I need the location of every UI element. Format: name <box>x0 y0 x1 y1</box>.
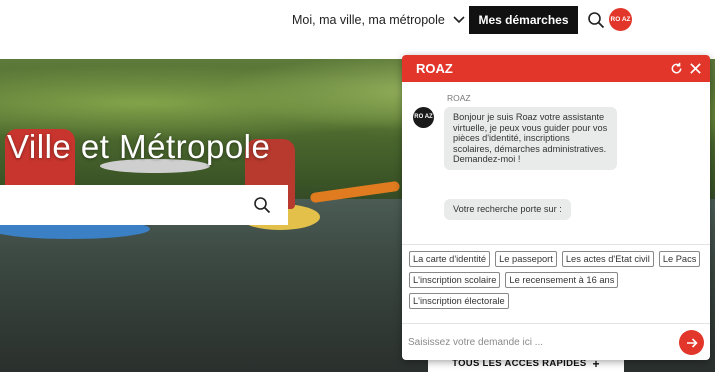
suggestion-chips: La carte d'identité Le passeport Les act… <box>409 251 705 309</box>
dropdown-label: Moi, ma ville, ma métropole <box>292 13 445 27</box>
hero-search-input[interactable] <box>0 185 240 225</box>
chatbot-widget: ROAZ ROAZ RO AZ Bonjour je suis Roaz vot… <box>402 55 710 360</box>
arrow-right-icon <box>686 337 698 348</box>
bot-message: Bonjour je suis Roaz votre assistante vi… <box>444 107 617 170</box>
bot-message: Votre recherche porte sur : <box>444 199 571 220</box>
chip-inscription-scolaire[interactable]: L'inscription scolaire <box>409 272 501 288</box>
message-sender: ROAZ <box>447 93 471 103</box>
chat-messages: ROAZ RO AZ Bonjour je suis Roaz votre as… <box>402 82 710 242</box>
chat-header: ROAZ <box>402 55 710 82</box>
close-icon[interactable] <box>689 62 702 75</box>
chat-input[interactable] <box>408 332 670 352</box>
page-title: Ville et Métropole <box>7 128 271 165</box>
bot-avatar: RO AZ <box>413 107 434 128</box>
chevron-down-icon <box>453 16 465 24</box>
chat-composer <box>402 324 710 360</box>
chip-carte-identite[interactable]: La carte d'identité <box>409 251 491 267</box>
site-header: Moi, ma ville, ma métropole Mes démarche… <box>0 0 715 59</box>
chip-passeport[interactable]: Le passeport <box>495 251 557 267</box>
send-button[interactable] <box>679 330 704 355</box>
search-icon[interactable] <box>587 11 605 29</box>
search-icon[interactable] <box>253 196 271 214</box>
divider <box>402 244 710 245</box>
chip-actes-etat-civil[interactable]: Les actes d'Etat civil <box>561 251 654 267</box>
chip-recensement[interactable]: Le recensement à 16 ans <box>505 272 619 288</box>
chat-controls <box>670 62 702 75</box>
chat-title: ROAZ <box>416 61 453 76</box>
chip-pacs[interactable]: Le Pacs <box>658 251 701 267</box>
roaz-logo[interactable]: RO AZ <box>609 8 632 31</box>
mes-demarches-button[interactable]: Mes démarches <box>469 6 578 34</box>
hero-search-box <box>0 185 288 225</box>
chip-inscription-electorale[interactable]: L'inscription électorale <box>409 293 509 309</box>
main-menu-dropdown[interactable]: Moi, ma ville, ma métropole <box>292 10 465 30</box>
refresh-icon[interactable] <box>670 62 683 75</box>
